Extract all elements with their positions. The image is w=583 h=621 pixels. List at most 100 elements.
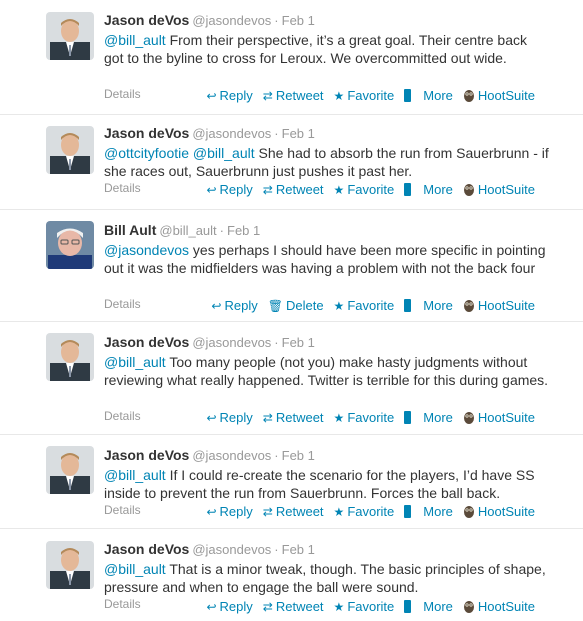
tweet-timestamp[interactable]: Feb 1	[227, 223, 260, 238]
author-name[interactable]: Jason deVos	[104, 541, 189, 557]
hootsuite-label: HootSuite	[477, 88, 535, 103]
hootsuite-button[interactable]: HootSuite	[463, 504, 535, 519]
star-icon: ★	[333, 298, 345, 313]
retweet-label: Retweet	[275, 410, 324, 425]
reply-button[interactable]: ↩ Reply	[206, 88, 252, 103]
hootsuite-button[interactable]: HootSuite	[463, 410, 535, 425]
tweet: Jason deVos @jasondevos · Feb 1 @bill_ault …	[0, 435, 583, 529]
separator: ·	[274, 126, 279, 141]
more-label: More	[423, 298, 453, 313]
author-handle[interactable]: @jasondevos	[192, 126, 271, 141]
retweet-icon: ⇄	[262, 182, 273, 197]
retweet-icon: ⇄	[262, 599, 273, 614]
author-handle[interactable]: @jasondevos	[192, 542, 271, 557]
author-name[interactable]: Bill Ault	[104, 222, 156, 238]
favorite-button[interactable]: ★ Favorite	[334, 298, 395, 313]
separator: ·	[274, 13, 279, 28]
tweet-timestamp[interactable]: Feb 1	[282, 335, 315, 350]
avatar[interactable]	[46, 12, 94, 60]
more-button[interactable]: More	[404, 298, 453, 313]
star-icon: ★	[333, 599, 345, 614]
tweet-timestamp[interactable]: Feb 1	[282, 448, 315, 463]
retweet-button[interactable]: ⇄ Retweet	[263, 599, 324, 614]
avatar[interactable]	[46, 126, 94, 174]
star-icon: ★	[333, 504, 345, 519]
details-link[interactable]: Details	[104, 597, 141, 611]
reply-button[interactable]: ↩ Reply	[206, 504, 252, 519]
delete-button[interactable]: 🗑 Delete	[268, 298, 324, 313]
tweet-body: From their perspective, it’s a great goa…	[104, 32, 528, 66]
hootsuite-button[interactable]: HootSuite	[463, 298, 535, 313]
hootsuite-button[interactable]: HootSuite	[463, 88, 535, 103]
author-handle[interactable]: @jasondevos	[192, 448, 271, 463]
tweet-actions: ↩ Reply ⇄ Retweet ★ Favorite More HootSuite	[206, 504, 535, 519]
details-link[interactable]: Details	[104, 87, 141, 101]
retweet-label: Retweet	[275, 182, 324, 197]
reply-button[interactable]: ↩ Reply	[206, 599, 252, 614]
details-link[interactable]: Details	[104, 503, 141, 517]
avatar[interactable]	[46, 541, 94, 589]
details-link[interactable]: Details	[104, 409, 141, 423]
reply-label: Reply	[219, 88, 253, 103]
more-icon	[404, 89, 412, 102]
hootsuite-owl-icon	[463, 601, 474, 613]
reply-button[interactable]: ↩ Reply	[206, 182, 252, 197]
more-label: More	[423, 504, 453, 519]
author-name[interactable]: Jason deVos	[104, 125, 189, 141]
hootsuite-label: HootSuite	[477, 182, 535, 197]
more-button[interactable]: More	[404, 88, 453, 103]
retweet-button[interactable]: ⇄ Retweet	[263, 182, 324, 197]
mention-link[interactable]: @bill_ault	[104, 561, 166, 577]
favorite-button[interactable]: ★ Favorite	[334, 182, 395, 197]
author-handle[interactable]: @jasondevos	[192, 335, 271, 350]
retweet-button[interactable]: ⇄ Retweet	[263, 88, 324, 103]
more-button[interactable]: More	[404, 182, 453, 197]
more-label: More	[423, 599, 453, 614]
mention-link[interactable]: @jasondevos	[104, 242, 189, 258]
separator: ·	[219, 223, 224, 238]
author-name[interactable]: Jason deVos	[104, 447, 189, 463]
trash-icon: 🗑	[267, 298, 283, 313]
reply-label: Reply	[219, 599, 253, 614]
retweet-button[interactable]: ⇄ Retweet	[263, 504, 324, 519]
hootsuite-label: HootSuite	[477, 599, 535, 614]
tweet-timestamp[interactable]: Feb 1	[282, 126, 315, 141]
favorite-button[interactable]: ★ Favorite	[334, 88, 395, 103]
more-button[interactable]: More	[404, 599, 453, 614]
separator: ·	[274, 448, 279, 463]
favorite-label: Favorite	[347, 182, 395, 197]
avatar[interactable]	[46, 446, 94, 494]
tweet-timestamp[interactable]: Feb 1	[282, 542, 315, 557]
author-name[interactable]: Jason deVos	[104, 334, 189, 350]
mention-link[interactable]: @ottcityfootie @bill_ault	[104, 145, 255, 161]
author-name[interactable]: Jason deVos	[104, 12, 189, 28]
mention-link[interactable]: @bill_ault	[104, 32, 166, 48]
details-link[interactable]: Details	[104, 181, 141, 195]
retweet-label: Retweet	[275, 504, 324, 519]
hootsuite-button[interactable]: HootSuite	[463, 599, 535, 614]
favorite-button[interactable]: ★ Favorite	[334, 410, 395, 425]
favorite-button[interactable]: ★ Favorite	[334, 504, 395, 519]
more-label: More	[423, 410, 453, 425]
author-handle[interactable]: @bill_ault	[159, 223, 216, 238]
reply-label: Reply	[219, 182, 253, 197]
hootsuite-owl-icon	[463, 300, 474, 312]
more-button[interactable]: More	[404, 504, 453, 519]
avatar[interactable]	[46, 221, 94, 269]
more-button[interactable]: More	[404, 410, 453, 425]
tweet: Jason deVos @jasondevos · Feb 1 @ottcityfoo…	[0, 115, 583, 210]
mention-link[interactable]: @bill_ault	[104, 467, 166, 483]
author-handle[interactable]: @jasondevos	[192, 13, 271, 28]
details-link[interactable]: Details	[104, 297, 141, 311]
mention-link[interactable]: @bill_ault	[104, 354, 166, 370]
reply-button[interactable]: ↩ Reply	[206, 410, 252, 425]
favorite-label: Favorite	[347, 410, 395, 425]
reply-button[interactable]: ↩ Reply	[211, 298, 257, 313]
tweet-text: @bill_ault Too many people (not you) mak…	[104, 353, 549, 389]
hootsuite-button[interactable]: HootSuite	[463, 182, 535, 197]
favorite-button[interactable]: ★ Favorite	[334, 599, 395, 614]
tweet-actions: ↩ Reply ⇄ Retweet ★ Favorite More HootSuite	[206, 88, 535, 103]
avatar[interactable]	[46, 333, 94, 381]
retweet-button[interactable]: ⇄ Retweet	[263, 410, 324, 425]
tweet-timestamp[interactable]: Feb 1	[282, 13, 315, 28]
